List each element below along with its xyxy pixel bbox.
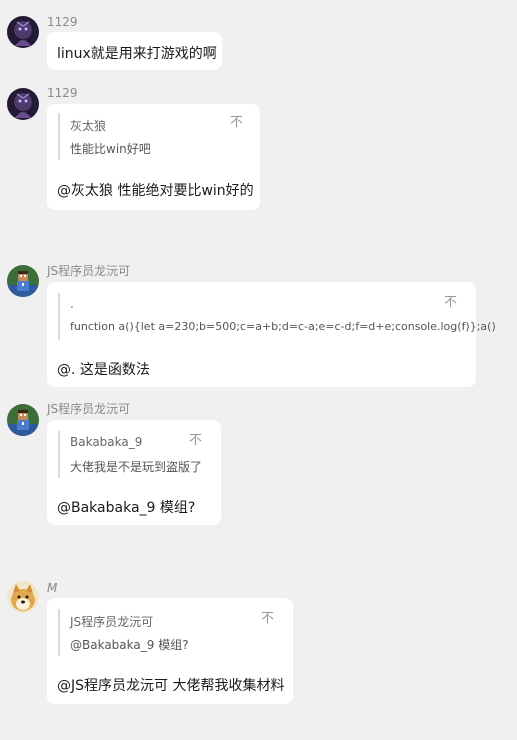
message-text: @灰太狼 性能绝对要比win好的 [57, 183, 254, 199]
quote-collapse-icon[interactable]: 不 [230, 116, 243, 130]
message-bubble[interactable]: Bakabaka_9 不 大佬我是不是玩到盗版了 @Bakabaka_9 模组? [47, 420, 221, 525]
quote-collapse-icon[interactable]: 不 [444, 296, 457, 310]
quote-body: @Bakabaka_9 模组? [70, 638, 189, 652]
message-text: @JS程序员龙沅可 大佬帮我收集材料 [57, 678, 285, 694]
sender-name: 1129 [47, 15, 78, 29]
sender-name: JS程序员龙沅可 [47, 402, 131, 416]
message-text: @. 这是函数法 [57, 362, 150, 378]
quote-author: Bakabaka_9 [70, 435, 143, 449]
avatar[interactable] [7, 16, 39, 48]
quoted-message[interactable]: 灰太狼 不 性能比win好吧 [58, 113, 248, 160]
message-bubble[interactable]: JS程序员龙沅可 不 @Bakabaka_9 模组? @JS程序员龙沅可 大佬帮… [47, 598, 293, 704]
quote-author: 灰太狼 [70, 119, 107, 133]
avatar[interactable] [7, 265, 39, 297]
quoted-message[interactable]: Bakabaka_9 不 大佬我是不是玩到盗版了 [58, 431, 208, 478]
avatar[interactable] [7, 88, 39, 120]
quote-collapse-icon[interactable]: 不 [261, 612, 274, 626]
sender-name: JS程序员龙沅可 [47, 264, 131, 278]
quote-body: 性能比win好吧 [70, 142, 151, 156]
quoted-message[interactable]: . 不 function a(){let a=230;b=500;c=a+b;d… [58, 293, 496, 340]
message-bubble[interactable]: linux就是用来打游戏的啊 [47, 32, 222, 70]
message-bubble[interactable]: . 不 function a(){let a=230;b=500;c=a+b;d… [47, 282, 496, 387]
avatar[interactable] [7, 404, 39, 436]
quote-author: . [70, 297, 74, 311]
avatar[interactable] [7, 581, 39, 613]
quoted-message[interactable]: JS程序员龙沅可 不 @Bakabaka_9 模组? [58, 609, 280, 656]
quote-collapse-icon[interactable]: 不 [189, 434, 202, 448]
quote-body: function a(){let a=230;b=500;c=a+b;d=c-a… [70, 320, 496, 333]
sender-name: M [47, 581, 58, 595]
message-text: linux就是用来打游戏的啊 [57, 46, 217, 62]
message-text: @Bakabaka_9 模组? [57, 500, 196, 516]
message-bubble[interactable]: 灰太狼 不 性能比win好吧 @灰太狼 性能绝对要比win好的 [47, 104, 260, 210]
quote-author: JS程序员龙沅可 [70, 615, 154, 629]
sender-name: 1129 [47, 86, 78, 100]
quote-body: 大佬我是不是玩到盗版了 [70, 460, 203, 474]
